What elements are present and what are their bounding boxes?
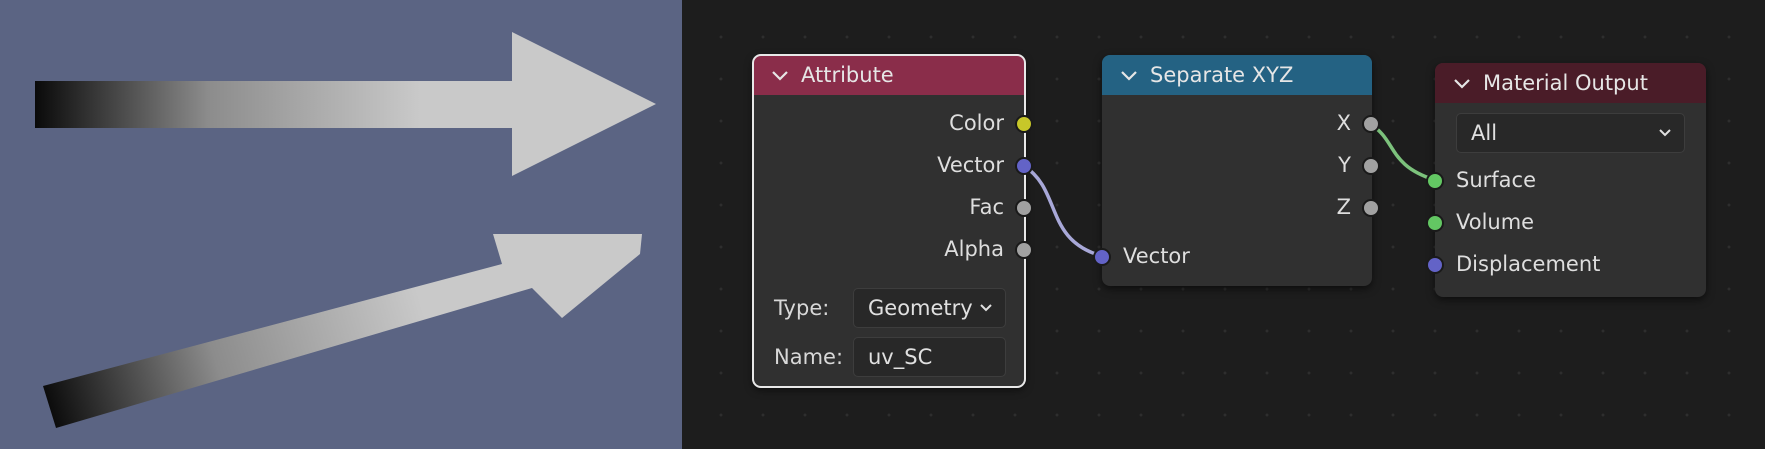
vector-input-socket[interactable]	[1093, 248, 1111, 266]
type-label: Type:	[774, 296, 830, 320]
input-surface: Surface	[1456, 167, 1536, 193]
output-x-label: X	[1336, 111, 1351, 135]
name-input[interactable]: uv_SC	[853, 337, 1006, 377]
alpha-output-socket[interactable]	[1015, 241, 1033, 259]
output-vector-label: Vector	[937, 153, 1004, 177]
upper-arrow	[35, 32, 656, 176]
material-output-node-title: Material Output	[1483, 71, 1648, 95]
chevron-down-icon	[980, 304, 992, 312]
input-volume-label: Volume	[1456, 210, 1535, 234]
collapse-chevron-icon[interactable]	[1452, 73, 1472, 93]
attribute-node[interactable]: Attribute Color Vector Fac Alpha Type: G…	[752, 54, 1033, 388]
attribute-node-header[interactable]: Attribute	[753, 55, 1025, 95]
link-vector-to-vector	[1023, 164, 1103, 258]
material-output-node-header[interactable]: Material Output	[1435, 63, 1706, 103]
output-z-label: Z	[1336, 195, 1351, 219]
y-output-socket[interactable]	[1362, 157, 1380, 175]
3d-viewport[interactable]	[0, 0, 682, 449]
type-dropdown[interactable]: Geometry	[853, 288, 1006, 328]
shader-node-editor[interactable]: Attribute Color Vector Fac Alpha Type: G…	[682, 0, 1765, 449]
volume-input-socket[interactable]	[1426, 214, 1444, 232]
output-color-label: Color	[949, 111, 1004, 135]
output-y: Y	[1338, 152, 1351, 178]
separate-xyz-node-title: Separate XYZ	[1150, 63, 1294, 87]
output-z: Z	[1337, 194, 1351, 220]
input-surface-label: Surface	[1456, 168, 1537, 192]
x-output-socket[interactable]	[1362, 115, 1380, 133]
attribute-node-title: Attribute	[801, 63, 894, 87]
type-dropdown-value: Geometry	[868, 296, 973, 320]
material-output-node[interactable]: Material Output All Surface Volume Displ…	[1426, 63, 1706, 297]
input-vector-label: Vector	[1123, 244, 1190, 268]
collapse-chevron-icon[interactable]	[770, 65, 790, 85]
input-volume: Volume	[1456, 209, 1534, 235]
output-alpha-label: Alpha	[944, 237, 1004, 261]
target-dropdown-value: All	[1471, 121, 1498, 145]
lower-arrow	[43, 234, 642, 428]
output-x: X	[1337, 110, 1351, 136]
vector-output-socket[interactable]	[1015, 157, 1033, 175]
z-output-socket[interactable]	[1362, 199, 1380, 217]
output-vector: Vector	[937, 152, 1004, 178]
color-output-socket[interactable]	[1015, 115, 1033, 133]
output-alpha: Alpha	[944, 236, 1004, 262]
output-color: Color	[949, 110, 1004, 136]
collapse-chevron-icon[interactable]	[1119, 65, 1139, 85]
separate-xyz-node-header[interactable]: Separate XYZ	[1102, 55, 1372, 95]
separate-xyz-node[interactable]: Separate XYZ X Y Z Vector	[1093, 55, 1380, 286]
chevron-down-icon	[1659, 129, 1671, 137]
input-vector: Vector	[1123, 243, 1190, 269]
name-label: Name:	[774, 345, 844, 369]
viewport-render	[35, 32, 656, 428]
input-displacement-label: Displacement	[1456, 252, 1601, 276]
target-dropdown[interactable]: All	[1456, 113, 1685, 153]
input-displacement: Displacement	[1456, 251, 1600, 277]
name-input-value: uv_SC	[868, 345, 933, 369]
surface-input-socket[interactable]	[1426, 172, 1444, 190]
output-fac: Fac	[969, 194, 1004, 220]
displacement-input-socket[interactable]	[1426, 256, 1444, 274]
output-fac-label: Fac	[969, 195, 1004, 219]
fac-output-socket[interactable]	[1015, 199, 1033, 217]
link-x-to-surface	[1369, 122, 1436, 182]
output-y-label: Y	[1338, 153, 1351, 177]
